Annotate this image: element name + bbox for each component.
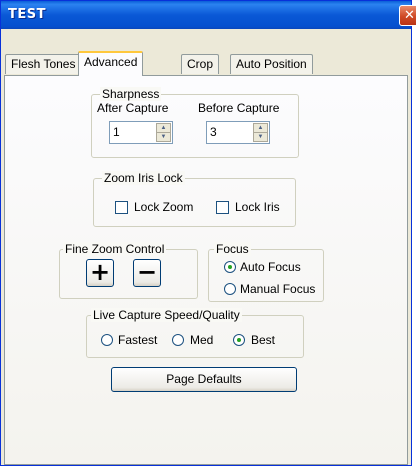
after-capture-spin-buttons: ▲ ▼ [156, 123, 171, 142]
advanced-tab-panel: Sharpness After Capture Before Capture 1… [4, 75, 408, 465]
dialog-window: TEST ✕ Flesh Tones Advanced Crop Auto Po… [0, 0, 416, 466]
after-capture-label: After Capture [97, 101, 169, 115]
best-radio[interactable] [233, 334, 245, 346]
med-radio[interactable] [172, 334, 184, 346]
before-capture-value[interactable]: 3 [210, 125, 217, 139]
focus-title: Focus [214, 242, 251, 256]
manual-focus-radio[interactable] [224, 283, 236, 295]
fastest-label[interactable]: Fastest [118, 333, 157, 347]
fine-zoom-control-title: Fine Zoom Control [63, 242, 167, 256]
zoom-in-button[interactable]: + [86, 259, 114, 287]
lock-iris-checkbox[interactable] [216, 201, 229, 214]
tab-auto-position[interactable]: Auto Position [230, 54, 313, 74]
tab-flesh-tones[interactable]: Flesh Tones [5, 54, 82, 74]
title-bar[interactable]: TEST ✕ [1, 1, 416, 29]
manual-focus-label[interactable]: Manual Focus [240, 282, 315, 296]
fastest-radio[interactable] [101, 334, 113, 346]
zoom-out-button[interactable]: − [133, 259, 161, 287]
before-capture-spin-buttons: ▲ ▼ [253, 123, 268, 142]
close-icon[interactable]: ✕ [399, 5, 416, 26]
lock-zoom-checkbox[interactable] [115, 201, 128, 214]
after-capture-value[interactable]: 1 [113, 125, 120, 139]
down-arrow-icon[interactable]: ▼ [156, 132, 171, 142]
med-label[interactable]: Med [190, 333, 213, 347]
down-arrow-icon[interactable]: ▼ [253, 132, 268, 142]
best-label[interactable]: Best [251, 333, 275, 347]
before-capture-label: Before Capture [198, 101, 280, 115]
tab-advanced[interactable]: Advanced [78, 51, 144, 76]
live-capture-title: Live Capture Speed/Quality [91, 308, 242, 322]
auto-focus-label[interactable]: Auto Focus [240, 260, 301, 274]
lock-zoom-label[interactable]: Lock Zoom [134, 200, 193, 214]
before-capture-spinner[interactable]: 3 ▲ ▼ [206, 121, 270, 144]
sharpness-title: Sharpness [100, 87, 162, 101]
page-defaults-button[interactable]: Page Defaults [111, 367, 297, 392]
auto-focus-radio[interactable] [224, 261, 236, 273]
lock-iris-label[interactable]: Lock Iris [235, 200, 280, 214]
tab-crop[interactable]: Crop [181, 54, 220, 74]
after-capture-spinner[interactable]: 1 ▲ ▼ [109, 121, 173, 144]
zoom-iris-lock-title: Zoom Iris Lock [102, 171, 185, 185]
window-title: TEST [8, 7, 46, 22]
fine-zoom-control-group: Fine Zoom Control [59, 242, 198, 299]
